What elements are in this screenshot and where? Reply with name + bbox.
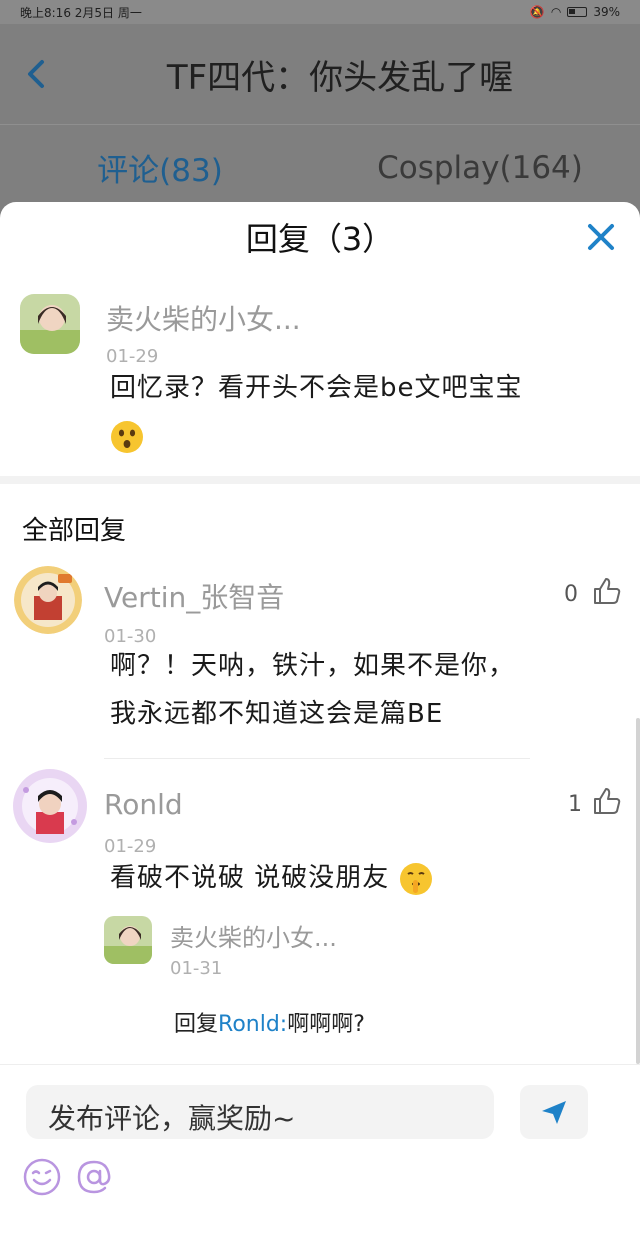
sub-reply-mention[interactable]: Ronld: [218, 1012, 287, 1037]
page-header: TF四代：你头发乱了喔 [0, 24, 640, 124]
comment-composer: 发布评论，赢奖励~ [0, 1064, 640, 1260]
reply-divider [104, 758, 530, 759]
tab-comments[interactable]: 评论(83) [0, 145, 320, 190]
sub-reply-username[interactable]: 卖火柴的小女... [170, 918, 337, 953]
reply-text-body: 看破不说破 说破没朋友 [110, 863, 390, 893]
page-title: TF四代：你头发乱了喔 [166, 57, 514, 98]
tab-cosplay[interactable]: Cosplay(164) [320, 150, 640, 186]
avatar[interactable] [20, 294, 80, 354]
back-arrow-icon[interactable] [22, 54, 50, 94]
avatar[interactable] [14, 566, 82, 634]
background-page: TF四代：你头发乱了喔 评论(83) Cosplay(164) [0, 24, 640, 210]
battery-percent: 39% [593, 5, 620, 19]
root-comment-body: 回忆录？看开头不会是be文吧宝宝 [110, 373, 523, 403]
send-button[interactable] [520, 1085, 588, 1139]
root-comment-text: 回忆录？看开头不会是be文吧宝宝 [110, 364, 610, 460]
root-date: 01-29 [106, 346, 159, 366]
reply-text: 看破不说破 说破没朋友 [110, 854, 620, 902]
send-icon [542, 1101, 566, 1124]
sub-reply-text: 回复Ronld:啊啊啊? [174, 1006, 365, 1038]
sheet-header: 回复（3） [0, 202, 640, 272]
mute-icon: 🔕 [529, 5, 545, 19]
sub-reply-prefix: 回复 [174, 1012, 219, 1037]
avatar[interactable] [104, 916, 152, 964]
like-count: 1 [568, 792, 582, 817]
section-divider [0, 476, 640, 484]
reply-date: 01-29 [104, 836, 157, 856]
sheet-title: 回复（3） [245, 220, 395, 258]
avatar[interactable] [12, 768, 88, 844]
astonished-emoji-icon [111, 420, 143, 453]
status-icons: 🔕 ◠ 39% [530, 5, 620, 19]
reply-text-line2: 我永远都不知道这会是篇BE [110, 699, 444, 729]
page-tabs: 评论(83) Cosplay(164) [0, 124, 640, 210]
battery-icon [567, 7, 588, 17]
reply-text-line1: 啊？！天呐，铁汁，如果不是你， [110, 651, 516, 681]
status-time-date: 晚上8:16 2月5日 周一 [20, 5, 142, 20]
root-username[interactable]: 卖火柴的小女... [106, 298, 301, 338]
reply-sheet: 回复（3） 卖火柴的小女... 01-29 回忆录？看开头不会是be文吧宝宝 全… [0, 202, 640, 1260]
reply-text: 啊？！天呐，铁汁，如果不是你， 我永远都不知道这会是篇BE [110, 642, 620, 738]
shushing-face-emoji-icon [399, 862, 432, 895]
scrollbar[interactable] [636, 718, 640, 1064]
wifi-icon: ◠ [550, 5, 562, 19]
like-count: 0 [564, 582, 578, 607]
sub-reply-date: 01-31 [170, 958, 223, 979]
thumbs-up-icon[interactable] [592, 786, 622, 816]
status-bar: 晚上8:16 2月5日 周一 🔕 ◠ 39% [0, 0, 640, 24]
close-icon[interactable] [584, 220, 618, 254]
sub-reply-body: 啊啊啊? [287, 1012, 365, 1037]
all-replies-title: 全部回复 [22, 516, 127, 546]
emoji-picker-icon[interactable] [22, 1157, 62, 1197]
comment-input[interactable]: 发布评论，赢奖励~ [26, 1085, 494, 1139]
reply-username[interactable]: Ronld [104, 788, 183, 821]
reply-username[interactable]: Vertin_张智音 [104, 576, 284, 616]
mention-icon[interactable] [74, 1157, 114, 1197]
thumbs-up-icon[interactable] [592, 576, 622, 606]
